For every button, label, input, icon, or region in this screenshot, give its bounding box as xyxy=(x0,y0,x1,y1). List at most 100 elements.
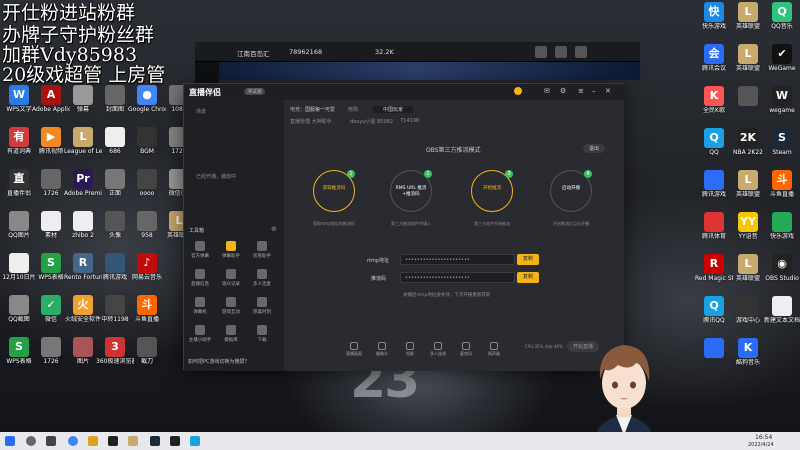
tool-item[interactable]: 下载 xyxy=(249,325,275,343)
bottom-tool[interactable]: 摄像头 xyxy=(371,342,393,357)
obs-taskbar-icon[interactable] xyxy=(170,436,180,446)
app-icon xyxy=(137,169,157,189)
desktop-shortcut[interactable]: ◉ OBS Studio xyxy=(763,254,800,288)
mail-icon[interactable]: ✉ xyxy=(544,87,550,95)
tool-label: 直播画面 xyxy=(346,351,362,356)
step-4-desc: 开启推流后点击开播 xyxy=(553,221,589,226)
qq-taskbar-icon[interactable] xyxy=(190,436,200,446)
desktop-shortcut[interactable]: 快快乐游戏 xyxy=(695,2,733,36)
clock-date[interactable]: 2022/4/24 xyxy=(748,442,774,448)
app-icon: ✔ xyxy=(772,44,792,64)
version-badge: 测试版 xyxy=(244,88,266,95)
tool-item[interactable]: 弹幕机 xyxy=(187,297,213,315)
sidebar-tab[interactable]: 场景 xyxy=(196,108,206,115)
app-icon: ◉ xyxy=(772,254,792,274)
app-icon: 斗 xyxy=(772,170,792,190)
desktop-shortcut[interactable]: K 全民K歌 xyxy=(695,86,733,120)
task-view-icon[interactable] xyxy=(46,436,56,446)
bottom-tool[interactable]: 扬声器 xyxy=(483,342,505,357)
desktop-shortcut[interactable]: RRed Magic Studio xyxy=(695,254,733,288)
desktop-shortcut[interactable]: S Steam xyxy=(763,128,800,162)
desktop-shortcut[interactable]: 斗斗鱼直播 xyxy=(763,170,800,204)
desktop-shortcut[interactable]: 2K NBA 2K22 xyxy=(729,128,767,162)
bottom-tool[interactable]: 投屏 xyxy=(399,342,421,357)
window-titlebar[interactable]: 直播伴侣 测试版 ✉ ⚙ ≡ – ✕ xyxy=(184,84,624,100)
tool-item[interactable]: 房管助手 xyxy=(249,241,275,259)
exit-obs-button[interactable]: 退出 xyxy=(583,144,606,153)
app-icon: Q xyxy=(772,2,792,22)
live-companion-taskbar-icon[interactable] xyxy=(108,436,118,446)
copy-rtmp-button[interactable]: 复制 xyxy=(517,254,539,265)
desktop-shortcut[interactable]: 斗斗鱼直播 xyxy=(128,295,166,329)
tool-icon xyxy=(350,342,358,350)
search-icon[interactable] xyxy=(26,436,36,446)
desktop-shortcut[interactable]: L 英雄联盟 xyxy=(729,2,767,36)
category-value[interactable]: 国服第一可爱 xyxy=(305,106,335,113)
tool-item[interactable]: 观众记录 xyxy=(218,269,244,287)
start-icon[interactable] xyxy=(5,436,15,446)
help-tip-link[interactable]: 如何把PC游戏切换为横屏？ xyxy=(188,358,250,365)
tool-item[interactable]: 游戏互动 xyxy=(218,297,244,315)
shortcut-label: 英雄联盟 xyxy=(735,23,760,30)
desktop-shortcut[interactable]: K 酷狗音乐 xyxy=(729,338,767,372)
desktop-shortcut[interactable] xyxy=(729,86,767,120)
desktop-shortcut[interactable]: 快乐游戏 xyxy=(763,212,800,246)
desktop-shortcut[interactable]: 会腾讯会议 xyxy=(695,44,733,78)
tool-item[interactable]: 官方弹幕 xyxy=(187,241,213,259)
desktop-shortcut[interactable] xyxy=(695,338,733,372)
menu-icon[interactable]: ≡ xyxy=(578,87,584,95)
tools-more-icon[interactable]: ⊕ xyxy=(271,225,277,233)
desktop-shortcut[interactable]: 腾讯体育 xyxy=(695,212,733,246)
app-icon xyxy=(704,212,724,232)
tool-item[interactable]: 多人连麦 xyxy=(249,269,275,287)
desktop-shortcut[interactable]: Q 腾讯QQ xyxy=(695,296,733,330)
desktop-shortcut[interactable]: 腾讯游戏 xyxy=(695,170,733,204)
desktop-shortcut[interactable]: ✔ WeGame xyxy=(763,44,800,78)
stream-key-field[interactable]: •••••••••••••••••••••• xyxy=(400,272,515,283)
window-icon[interactable] xyxy=(555,46,567,58)
app-icon: 直 xyxy=(9,169,29,189)
desktop-shortcut[interactable]: 游戏中心 xyxy=(729,296,767,330)
desktop-shortcut[interactable]: L 英雄联盟 xyxy=(729,170,767,204)
copy-stream-key-button[interactable]: 复制 xyxy=(517,272,539,283)
home-icon[interactable] xyxy=(535,46,547,58)
close-icon[interactable]: ✕ xyxy=(605,87,611,95)
steam-taskbar-icon[interactable] xyxy=(150,436,160,446)
tool-item[interactable]: 直播信息 xyxy=(187,269,213,287)
tool-item[interactable]: 弹幕助手 xyxy=(218,241,244,259)
desktop-shortcut[interactable]: L 英雄联盟 xyxy=(729,44,767,78)
sidebar-hint: 已经开播，播放中 xyxy=(196,174,237,180)
bottom-tool[interactable]: 多人连线 xyxy=(427,342,449,357)
app-icon: ▶ xyxy=(41,127,61,147)
minimize-icon[interactable]: – xyxy=(592,87,596,95)
desktop-shortcut[interactable]: 截刀 xyxy=(128,337,166,371)
emulator-titlebar[interactable]: 江南百岛汇 78962168 32.2K xyxy=(195,42,640,62)
desktop-shortcut[interactable]: Q QQ音乐 xyxy=(763,2,800,36)
settings-icon[interactable]: ⚙ xyxy=(560,87,566,95)
explorer-taskbar-icon[interactable] xyxy=(88,436,98,446)
lol-taskbar-icon[interactable] xyxy=(128,436,138,446)
chrome-taskbar-icon[interactable] xyxy=(68,436,78,446)
tool-item[interactable]: 惊喜时刻 xyxy=(249,297,275,315)
shortcut-label: 腾讯游戏 xyxy=(701,191,726,198)
desktop-shortcut[interactable]: L 英雄联盟 xyxy=(729,254,767,288)
room-title-input[interactable]: 中国玩家 xyxy=(373,106,414,113)
bottom-tool[interactable]: 直播画面 xyxy=(343,342,365,357)
bottom-tool[interactable]: 麦克风 xyxy=(455,342,477,357)
desktop-shortcut[interactable]: Q QQ xyxy=(695,128,733,162)
desktop-shortcut[interactable]: YY YY语音 xyxy=(729,212,767,246)
app-icon: L xyxy=(738,44,758,64)
tool-item[interactable]: 主播小助手 xyxy=(187,325,213,343)
rtmp-field[interactable]: •••••••••••••••••••••• xyxy=(400,254,515,265)
tool-item[interactable]: 模板库 xyxy=(218,325,244,343)
minimize-icon[interactable] xyxy=(575,46,587,58)
app-icon xyxy=(738,86,758,106)
clock-time[interactable]: 16:54 xyxy=(755,434,772,441)
edit-tag[interactable]: 修改 xyxy=(348,106,358,113)
desktop-shortcut[interactable]: 新建文本文档 xyxy=(763,296,800,330)
tool-label: 摄像头 xyxy=(376,351,388,356)
shortcut-label: Red Magic Studio xyxy=(695,275,733,282)
desktop-shortcut[interactable]: ♪ 网易云音乐 xyxy=(128,253,166,287)
avatar-icon[interactable] xyxy=(514,87,522,95)
desktop-shortcut[interactable]: Wwegame xyxy=(763,86,800,120)
